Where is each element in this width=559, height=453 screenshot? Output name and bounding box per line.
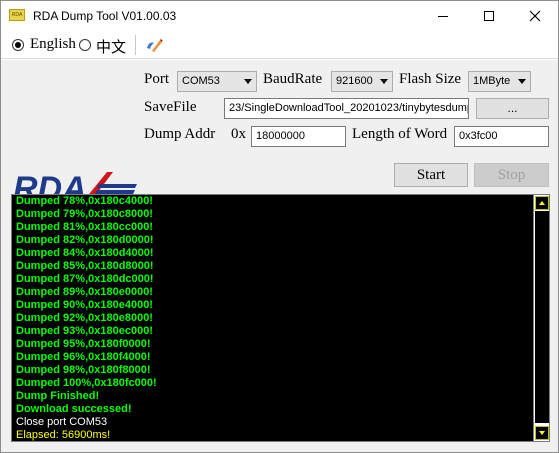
radio-english[interactable] (12, 39, 24, 51)
radio-chinese-label[interactable]: 中文 (96, 36, 126, 57)
log-line: Elapsed: 56900ms! (16, 429, 111, 441)
savefile-label: SaveFile (144, 99, 197, 115)
radio-chinese[interactable] (79, 39, 91, 51)
baudrate-label: BaudRate (263, 71, 323, 87)
chevron-down-icon (244, 79, 252, 84)
log-line: Download successed! (16, 403, 132, 415)
log-line: Dumped 84%,0x180d4000! (16, 247, 154, 259)
log-line: Dump Finished! (16, 390, 100, 402)
flash-size-select[interactable]: 1MByte (468, 71, 531, 92)
dump-addr-label: Dump Addr (144, 126, 216, 142)
window-title: RDA Dump Tool V01.00.03 (33, 9, 177, 23)
log-line: Dumped 82%,0x180d0000! (16, 234, 154, 246)
flash-size-value: 1MByte (473, 75, 511, 87)
log-line: Dumped 81%,0x180cc000! (16, 221, 153, 233)
close-button[interactable] (512, 1, 558, 31)
minimize-button[interactable] (420, 1, 466, 31)
baudrate-value: 921600 (336, 75, 373, 87)
log-line: Dumped 92%,0x180e8000! (16, 312, 153, 324)
app-icon: RDA (9, 9, 25, 21)
maximize-icon (484, 11, 494, 21)
log-line: Dumped 87%,0x180dc000! (16, 273, 154, 285)
scroll-down-icon[interactable] (535, 426, 549, 440)
log-line: Dumped 89%,0x180e0000! (16, 286, 153, 298)
stop-button[interactable]: Stop (474, 163, 549, 187)
app-window: RDA RDA Dump Tool V01.00.03 English 中文 R… (0, 0, 559, 453)
hex-prefix-label: 0x (231, 126, 246, 142)
title-bar[interactable]: RDA RDA Dump Tool V01.00.03 (1, 1, 558, 31)
language-toolbar: English 中文 (1, 31, 558, 59)
length-input[interactable]: 0x3fc00 (454, 126, 549, 147)
flash-size-label: Flash Size (399, 71, 462, 87)
log-line: Dumped 78%,0x180c4000! (16, 195, 153, 207)
log-console[interactable]: Dumped 78%,0x180c4000! Dumped 79%,0x180c8… (11, 194, 550, 442)
pen-icon[interactable] (145, 37, 163, 53)
scroll-thumb[interactable] (535, 211, 549, 423)
minimize-icon (438, 15, 448, 17)
start-button[interactable]: Start (394, 163, 468, 187)
port-select[interactable]: COM53 (177, 71, 257, 92)
toolbar-separator (135, 35, 136, 55)
log-line: Dumped 100%,0x180fc000! (16, 377, 157, 389)
radio-english-label[interactable]: English (30, 36, 76, 53)
log-line: Dumped 79%,0x180c8000! (16, 208, 153, 220)
maximize-button[interactable] (466, 1, 512, 31)
log-line: Dumped 85%,0x180d8000! (16, 260, 154, 272)
chevron-down-icon (380, 79, 388, 84)
port-value: COM53 (182, 75, 220, 87)
browse-button[interactable]: ... (476, 98, 549, 119)
log-lines: Dumped 78%,0x180c4000! Dumped 79%,0x180c8… (16, 195, 528, 441)
baudrate-select[interactable]: 921600 (331, 71, 393, 92)
length-label: Length of Word (352, 126, 448, 142)
log-scrollbar[interactable] (533, 195, 549, 441)
log-line: Dumped 90%,0x180e4000! (16, 299, 153, 311)
scroll-up-icon[interactable] (535, 196, 549, 210)
chevron-down-icon (518, 79, 526, 84)
close-icon (529, 10, 541, 22)
log-line: Dumped 95%,0x180f0000! (16, 338, 151, 350)
log-line: Dumped 96%,0x180f4000! (16, 351, 151, 363)
dump-addr-input[interactable]: 18000000 (251, 126, 346, 147)
log-line: Dumped 93%,0x180ec000! (16, 325, 153, 337)
port-label: Port (144, 71, 170, 87)
log-line: Dumped 98%,0x180f8000! (16, 364, 151, 376)
log-line: Close port COM53 (16, 416, 108, 428)
savefile-input[interactable]: 23/SingleDownloadTool_20201023/tinybytes… (224, 98, 469, 119)
